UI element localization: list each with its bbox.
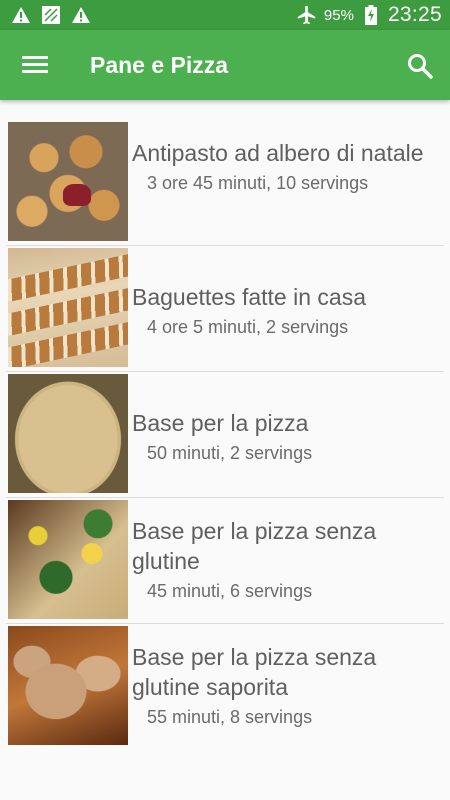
recipe-name: Base per la pizza bbox=[132, 410, 309, 436]
list-item[interactable]: Base per la pizza 50 minuti, 2 servings bbox=[6, 372, 444, 498]
recipe-name: Base per la pizza senza glutine saporita bbox=[132, 644, 377, 700]
list-item[interactable]: Antipasto ad albero di natale 3 ore 45 m… bbox=[6, 120, 444, 246]
airplane-icon bbox=[296, 4, 318, 26]
recipe-name: Antipasto ad albero di natale bbox=[132, 140, 424, 166]
recipe-name: Baguettes fatte in casa bbox=[132, 284, 366, 310]
recipe-meta: 55 minuti, 8 servings bbox=[147, 707, 313, 727]
recipe-thumbnail bbox=[8, 500, 128, 619]
recipe-info: Base per la pizza 50 minuti, 2 servings bbox=[132, 372, 312, 497]
recipe-info: Baguettes fatte in casa 4 ore 5 minuti, … bbox=[132, 246, 366, 371]
recipe-thumbnail bbox=[8, 626, 128, 745]
battery-percentage: 95% bbox=[323, 6, 354, 24]
recipe-info: Antipasto ad albero di natale 3 ore 45 m… bbox=[132, 120, 424, 245]
recipe-meta: 3 ore 45 minuti, 10 servings bbox=[147, 173, 369, 193]
recipe-meta: 45 minuti, 6 servings bbox=[147, 581, 313, 601]
recipe-meta: 50 minuti, 2 servings bbox=[147, 443, 313, 463]
list-item[interactable]: Base per la pizza senza glutine 45 minut… bbox=[6, 498, 444, 624]
list-item[interactable]: Base per la pizza senza glutine saporita… bbox=[6, 624, 444, 750]
menu-icon[interactable] bbox=[22, 53, 48, 77]
alert-icon bbox=[70, 4, 92, 26]
recipe-meta: 4 ore 5 minuti, 2 servings bbox=[147, 317, 349, 337]
status-bar-right: 95% 23:25 bbox=[296, 3, 442, 27]
sim-icon bbox=[40, 4, 62, 26]
clock: 23:25 bbox=[387, 3, 442, 26]
recipe-list: Antipasto ad albero di natale 3 ore 45 m… bbox=[6, 120, 444, 750]
recipe-info: Base per la pizza senza glutine 45 minut… bbox=[132, 498, 444, 623]
recipe-thumbnail bbox=[8, 248, 128, 367]
list-item[interactable]: Baguettes fatte in casa 4 ore 5 minuti, … bbox=[6, 246, 444, 372]
battery-charging-icon bbox=[360, 4, 382, 26]
recipe-info: Base per la pizza senza glutine saporita… bbox=[132, 624, 444, 750]
app-toolbar: Pane e Pizza bbox=[0, 30, 450, 100]
page-title: Pane e Pizza bbox=[90, 52, 229, 78]
recipe-thumbnail bbox=[8, 122, 128, 241]
search-icon[interactable] bbox=[406, 52, 434, 80]
recipe-name: Base per la pizza senza glutine bbox=[132, 518, 377, 574]
status-bar-left bbox=[10, 4, 92, 26]
status-bar: 95% 23:25 bbox=[0, 0, 450, 30]
recipe-thumbnail bbox=[8, 374, 128, 493]
alert-icon bbox=[10, 4, 32, 26]
